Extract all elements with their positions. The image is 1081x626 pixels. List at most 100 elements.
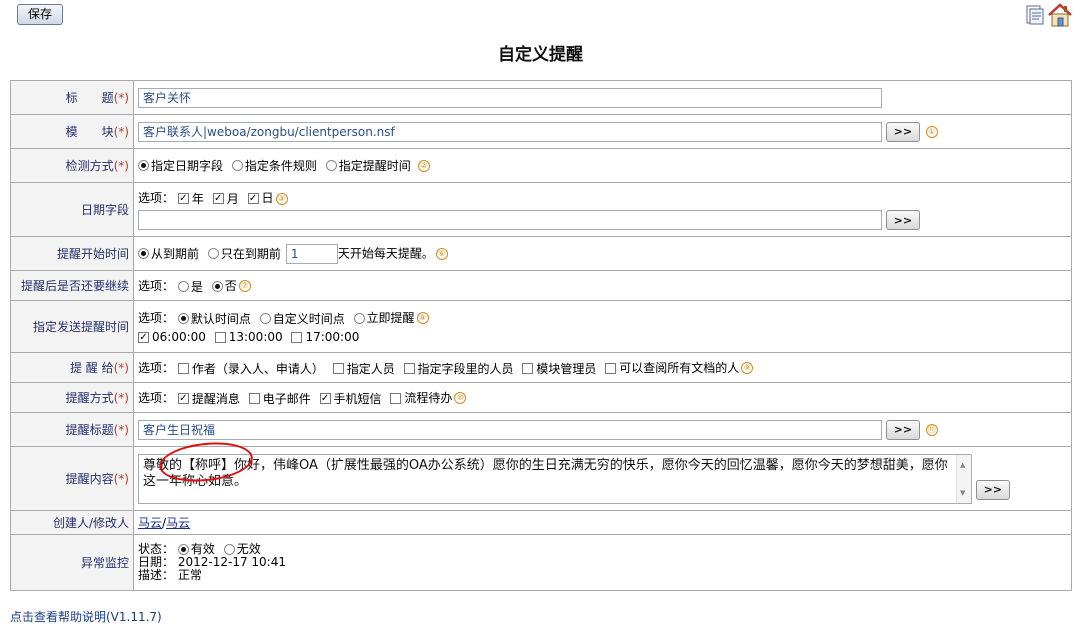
help-link[interactable]: 点击查看帮助说明(V1.11.7) — [10, 608, 162, 625]
option-label: 13:00:00 — [228, 330, 283, 345]
remind-all-readers-checkbox[interactable] — [605, 362, 617, 374]
options-prefix: 选项： — [138, 278, 175, 293]
detect-radio-date-field[interactable] — [138, 160, 149, 171]
option-label: 立即提醒 — [366, 310, 415, 325]
day-checkbox[interactable]: ✓ — [247, 193, 259, 204]
row-label: 创建人/修改人 — [10, 510, 134, 535]
desc-label: 描述： — [138, 568, 175, 582]
row-label: 指定发送提醒时间 — [10, 300, 134, 353]
content-textarea[interactable]: 尊敬的【称呼】你好，伟峰OA（扩展性最强的OA办公系统）愿你的生日充满无穷的快乐… — [138, 453, 972, 504]
option-label: 否 — [224, 278, 237, 293]
row-field: 尊敬的【称呼】你好，伟峰OA（扩展性最强的OA办公系统）愿你的生日充满无穷的快乐… — [133, 446, 1072, 511]
home-icon[interactable] — [1047, 2, 1073, 28]
option-label: 模块管理员 — [536, 361, 597, 376]
detect-radio-condition[interactable] — [231, 160, 243, 171]
method-message-checkbox[interactable]: ✓ — [177, 392, 189, 404]
row-detect: 检测方式(*) 指定日期字段 指定条件规则 指定提醒时间 ② — [10, 148, 1072, 183]
option-label: 自定义时间点 — [272, 311, 345, 326]
row-title: 标 题(*) — [10, 80, 1072, 115]
remind-author-checkbox[interactable] — [177, 362, 189, 374]
date-label: 日期： — [138, 555, 175, 569]
row-field: 指定日期字段 指定条件规则 指定提醒时间 ② — [133, 148, 1072, 183]
step-number-11: ⑪ — [925, 423, 938, 436]
row-label: 提醒标题(*) — [10, 412, 134, 447]
date-value: 2012-12-17 10:41 — [177, 555, 286, 569]
desc-value: 正常 — [177, 568, 202, 582]
date-field-select-button[interactable]: >> — [885, 210, 920, 230]
scrollbar-down-icon[interactable]: ▼ — [960, 485, 965, 501]
creator-link[interactable]: 马云 — [138, 516, 162, 530]
time-0600-checkbox[interactable]: ✓ — [138, 331, 149, 343]
start-radio-only-before[interactable] — [207, 248, 219, 259]
step-number-8: ⑧ — [416, 312, 429, 325]
step-number-1: ① — [925, 125, 938, 138]
options-prefix: 选项： — [138, 310, 175, 325]
row-field — [133, 80, 1072, 115]
row-label: 提 醒 给(*) — [10, 352, 134, 383]
year-checkbox[interactable]: ✓ — [177, 193, 189, 204]
step-number-2: ② — [417, 159, 430, 172]
option-label: 是 — [190, 279, 203, 294]
remind-person-checkbox[interactable] — [332, 362, 344, 374]
option-label: 年 — [191, 192, 204, 206]
remind-field-person-checkbox[interactable] — [403, 362, 415, 374]
month-checkbox[interactable]: ✓ — [212, 193, 224, 204]
step-number-7: ⑦ — [238, 280, 251, 292]
option-label: 有效 — [190, 542, 215, 556]
row-label: 模 块(*) — [10, 114, 134, 149]
reminder-form: 标 题(*) 模 块(*) >> ① 检测方式(*) 指定日期字段 指定条件规则… — [10, 80, 1072, 591]
row-date-field: 日期字段 选项： ✓ 年 ✓ 月 ✓ 日 ③ >> — [10, 182, 1072, 237]
save-button[interactable]: 保存 — [17, 4, 63, 25]
continue-radio-no[interactable] — [211, 280, 223, 292]
row-field: 选项： 是 否⑦ — [133, 270, 1072, 301]
row-label: 提醒后是否还要继续 — [10, 270, 134, 301]
step-number-6: ⑥ — [435, 247, 448, 260]
option-label: 指定字段里的人员 — [417, 361, 514, 376]
row-remind-title: 提醒标题(*) >> ⑪ — [10, 412, 1072, 447]
row-continue: 提醒后是否还要继续 选项： 是 否⑦ — [10, 270, 1072, 301]
status-radio-valid[interactable] — [177, 544, 189, 555]
title-input[interactable] — [138, 87, 882, 108]
remind-admin-checkbox[interactable] — [522, 362, 534, 374]
remind-title-select-button[interactable]: >> — [885, 419, 920, 440]
option-label: 指定人员 — [346, 361, 395, 376]
module-select-button[interactable]: >> — [885, 121, 920, 142]
date-field-input[interactable] — [138, 210, 882, 230]
row-field: 选项： 作者（录入人、申请人） 指定人员 指定字段里的人员 模块管理员 可以查阅… — [133, 352, 1072, 383]
content-select-button[interactable]: >> — [975, 479, 1010, 500]
send-radio-custom[interactable] — [259, 312, 271, 324]
method-sms-checkbox[interactable]: ✓ — [319, 392, 331, 404]
row-field: 选项： ✓ 年 ✓ 月 ✓ 日 ③ >> — [133, 182, 1072, 237]
detect-radio-time[interactable] — [325, 160, 337, 171]
content-scrollbar[interactable]: ▲ ▼ — [956, 454, 971, 503]
scrollbar-up-icon[interactable]: ▲ — [960, 457, 965, 473]
time-1300-checkbox[interactable] — [214, 331, 226, 343]
remind-title-input[interactable] — [138, 419, 882, 440]
row-label: 日期字段 — [10, 182, 134, 237]
continue-radio-yes[interactable] — [177, 280, 189, 292]
modifier-link[interactable]: 马云 — [166, 516, 190, 530]
module-input[interactable] — [138, 121, 882, 142]
row-method: 提醒方式(*) 选项： ✓ 提醒消息 电子邮件 ✓ 手机短信 流程待办 ⑩ — [10, 382, 1072, 413]
option-label: 指定日期字段 — [151, 159, 224, 173]
send-radio-default[interactable] — [177, 312, 189, 324]
document-icon[interactable] — [1024, 4, 1046, 26]
send-radio-immediate[interactable] — [353, 312, 365, 324]
status-radio-invalid[interactable] — [223, 544, 235, 555]
option-label: 日 — [261, 191, 274, 205]
options-prefix: 选项： — [138, 360, 175, 375]
days-before-input[interactable] — [285, 243, 338, 264]
method-workflow-checkbox[interactable] — [390, 392, 402, 404]
row-field: 从到期前 只在到期前 天开始每天提醒。⑥ — [133, 236, 1072, 271]
time-1700-checkbox[interactable] — [291, 331, 303, 343]
step-number-3: ③ — [275, 192, 288, 205]
row-label: 提醒内容(*) — [10, 446, 134, 511]
row-label: 标 题(*) — [10, 80, 134, 115]
option-label: 电子邮件 — [262, 391, 311, 406]
method-email-checkbox[interactable] — [248, 392, 260, 404]
start-radio-due[interactable] — [138, 248, 149, 259]
row-field: 选项： 默认时间点 自定义时间点 立即提醒 ⑧ ✓ 06:00:00 13:00:0… — [133, 300, 1072, 353]
options-prefix: 选项： — [138, 191, 175, 205]
option-label: 月 — [226, 192, 239, 206]
option-label: 06:00:00 — [152, 330, 206, 345]
